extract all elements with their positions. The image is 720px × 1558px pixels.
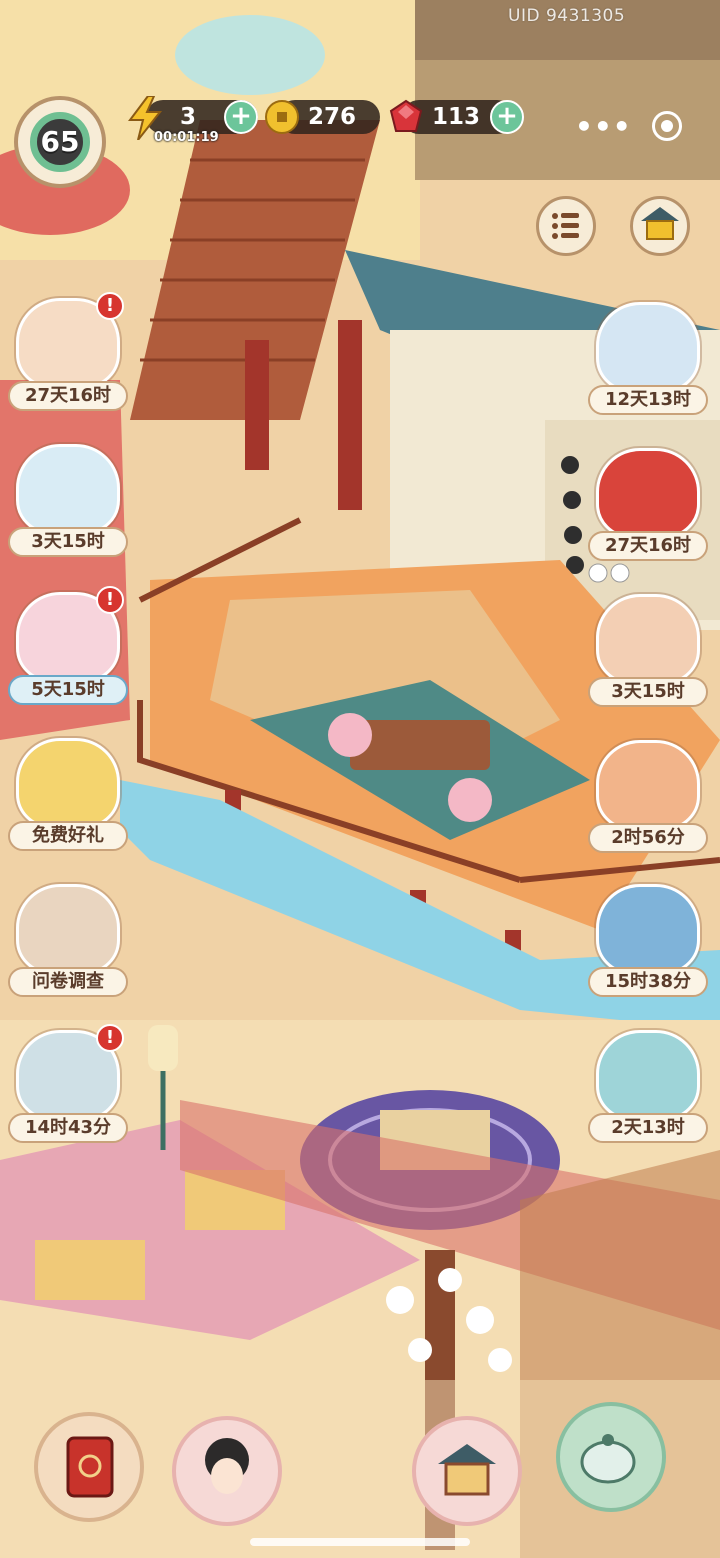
event-label: 免费好礼 bbox=[8, 821, 128, 851]
menu-list-button[interactable] bbox=[536, 196, 596, 256]
gem-value: 113 bbox=[432, 104, 481, 130]
target-icon[interactable] bbox=[652, 111, 682, 141]
red-book-icon bbox=[66, 1436, 114, 1498]
alert-badge: ! bbox=[96, 586, 124, 614]
coin-icon bbox=[265, 100, 299, 134]
right-event-3[interactable]: 2时56分 bbox=[586, 740, 710, 854]
event-label: 问卷调查 bbox=[8, 967, 128, 997]
event-timer: 27天16时 bbox=[588, 531, 708, 561]
treasure-pot-icon bbox=[596, 740, 700, 830]
left-event-1[interactable]: 3天15时 bbox=[6, 444, 130, 558]
ruby-icon bbox=[389, 99, 423, 132]
event-timer: 15时38分 bbox=[588, 967, 708, 997]
event-timer: 14时43分 bbox=[8, 1113, 128, 1143]
survey-scroll-icon bbox=[16, 884, 120, 974]
journal-button[interactable] bbox=[34, 1412, 144, 1522]
more-dots-icon[interactable]: ••• bbox=[575, 110, 632, 143]
event-timer: 5天15时 bbox=[8, 675, 128, 705]
cloud-cat-icon bbox=[596, 302, 700, 392]
event-timer: 27天16时 bbox=[8, 381, 128, 411]
gem-add-button[interactable]: + bbox=[490, 100, 524, 134]
lucky-cat-icon bbox=[596, 594, 700, 684]
ice-cube-cat-icon bbox=[596, 1030, 700, 1120]
pavilion-icon bbox=[438, 1444, 496, 1496]
stamina-value: 3 bbox=[180, 104, 197, 130]
player-level: 65 bbox=[40, 125, 80, 158]
coin-value: 276 bbox=[308, 104, 357, 130]
event-timer: 3天15时 bbox=[8, 527, 128, 557]
left-event-3[interactable]: 免费好礼 bbox=[6, 738, 130, 852]
left-event-2[interactable]: ! 5天15时 bbox=[6, 586, 130, 706]
right-event-4[interactable]: 15时38分 bbox=[586, 884, 710, 998]
red-fan-gift-icon bbox=[596, 448, 700, 538]
right-event-2[interactable]: 3天15时 bbox=[586, 594, 710, 708]
alert-badge: ! bbox=[96, 1024, 124, 1052]
stamina-add-button[interactable]: + bbox=[224, 100, 258, 134]
list-menu-icon bbox=[552, 213, 579, 239]
event-timer: 3天15时 bbox=[588, 677, 708, 707]
left-event-5[interactable]: ! 14时43分 bbox=[6, 1024, 130, 1144]
lady-portrait-icon bbox=[205, 1438, 249, 1494]
home-indicator bbox=[250, 1538, 470, 1546]
left-event-0[interactable]: ! 27天16时 bbox=[6, 292, 130, 412]
teapot-icon bbox=[580, 1434, 636, 1484]
right-event-5[interactable]: 2天13时 bbox=[586, 1030, 710, 1144]
event-timer: 12天13时 bbox=[588, 385, 708, 415]
event-timer: 2时56分 bbox=[588, 823, 708, 853]
right-event-0[interactable]: 12天13时 bbox=[586, 302, 710, 416]
character-button[interactable] bbox=[172, 1416, 282, 1526]
right-event-1[interactable]: 27天16时 bbox=[586, 448, 710, 562]
fox-cat-icon bbox=[16, 444, 120, 534]
teahouse-button[interactable] bbox=[556, 1402, 666, 1512]
free-gift-icon bbox=[16, 738, 120, 828]
event-timer: 2天13时 bbox=[588, 1113, 708, 1143]
build-button[interactable] bbox=[412, 1416, 522, 1526]
uid-text: UID 9431305 bbox=[508, 6, 626, 26]
left-event-4[interactable]: 问卷调查 bbox=[6, 884, 130, 998]
player-level-badge[interactable]: 65 bbox=[14, 96, 106, 188]
gold-shrine-icon bbox=[641, 207, 679, 240]
shop-button[interactable] bbox=[630, 196, 690, 256]
alert-badge: ! bbox=[96, 292, 124, 320]
one-plus-one-icon bbox=[596, 884, 700, 974]
stamina-timer: 00:01:19 bbox=[154, 130, 219, 145]
